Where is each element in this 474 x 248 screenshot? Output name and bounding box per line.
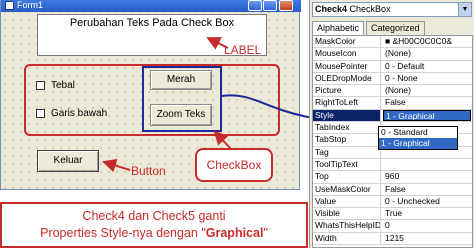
label-callout: LABEL [224,43,262,57]
caption-emphasis: Graphical [205,226,264,240]
property-value[interactable]: 0 - Default [383,61,471,72]
property-name: Picture [313,85,381,97]
style-option-standard[interactable]: 0 - Standard [379,127,457,138]
minimize-button[interactable] [248,0,262,11]
property-value[interactable]: 0 - None [383,73,471,84]
checkbox-square[interactable] [36,109,45,118]
property-name: Value [313,195,381,208]
chevron-down-icon[interactable]: ▼ [458,3,471,16]
button-callout: Button [131,164,166,178]
property-name: OLEDropMode [313,72,381,85]
property-name: TabStop [313,134,381,146]
property-row[interactable]: OLEDropMode 0 - None [313,72,472,86]
property-row[interactable]: RightToLeft False [313,97,472,110]
property-name: Width [313,232,381,245]
checkbox-garis-bawah[interactable]: Garis bawah [36,108,107,119]
property-row[interactable]: MouseIcon (None) [313,48,472,61]
property-value[interactable]: 0 - Unchecked [383,196,471,207]
close-button[interactable] [279,0,293,11]
caption-prefix: Properties Style-nya dengan " [40,226,206,240]
property-name: RightToLeft [313,97,381,109]
object-name: Check4 [315,4,348,14]
property-name: Top [313,171,381,183]
checkbox-label: Tebal [51,80,75,91]
property-value[interactable]: False [383,97,471,108]
property-value[interactable]: 1215 [383,233,471,244]
property-value[interactable]: 1 - Graphical [383,109,471,122]
property-row[interactable]: MousePointer 0 - Default [313,60,472,73]
tab-alphabetic[interactable]: Alphabetic [312,21,365,35]
property-name: TabIndex [313,122,381,134]
property-name: Visible [313,208,381,220]
property-name: ToolTipText [313,158,381,171]
property-name: UseMaskColor [313,183,381,195]
property-value[interactable]: ■ &H00C0C0C0& [383,36,471,47]
form-title: Form1 [17,0,44,10]
property-row[interactable]: UseMaskColor False [313,183,472,196]
property-name: Tag [313,146,381,158]
property-value[interactable]: (None) [383,85,471,96]
property-name: Style [313,109,381,122]
style-dropdown-list[interactable]: 0 - Standard 1 - Graphical [378,126,458,150]
properties-window: Check4 CheckBox ▼ Alphabetic Categorized… [309,0,474,248]
checkbox-label: Garis bawah [51,108,108,119]
property-row[interactable]: MaskColor ■ &H00C0C0C0& [313,36,472,49]
property-row[interactable]: Style 1 - Graphical [313,109,472,123]
merah-graphical-checkbox[interactable]: Merah [150,70,212,90]
property-value[interactable]: True [383,208,471,219]
property-name: MouseIcon [313,48,381,60]
property-row[interactable]: Value 0 - Unchecked [313,195,472,209]
property-row[interactable]: Width 1215 [313,232,472,246]
form-icon [5,1,14,10]
property-row[interactable]: Visible True [313,208,472,221]
tab-categorized[interactable]: Categorized [366,21,425,35]
style-option-graphical[interactable]: 1 - Graphical [379,138,457,149]
maximize-button[interactable] [263,0,277,11]
caption-suffix: " [263,226,268,240]
property-value[interactable]: 960 [383,171,471,182]
property-name: WhatsThisHelpID [315,220,381,232]
checkbox-tebal[interactable]: Tebal [36,80,75,91]
property-value[interactable] [383,159,471,170]
property-row[interactable]: Top 960 [313,171,472,184]
property-value[interactable]: 0 [383,220,471,231]
property-value[interactable]: (None) [383,48,471,59]
keluar-button[interactable]: Keluar [37,150,99,172]
object-selector[interactable]: Check4 CheckBox ▼ [312,2,472,17]
property-row[interactable]: Picture (None) [313,85,472,98]
form-titlebar[interactable]: Form1 [1,0,301,12]
caption-line-2: Properties Style-nya dengan "Graphical" [2,226,306,240]
label-text: Perubahan Teks Pada Check Box [69,17,235,29]
property-row[interactable]: ToolTipText [313,158,472,172]
object-type: CheckBox [349,4,391,14]
property-row[interactable]: WhatsThisHelpID 0 [313,220,472,233]
caption-line-1: Check4 dan Check5 ganti [82,209,226,223]
checkbox-callout: CheckBox [195,148,273,182]
property-name: MaskColor [313,36,381,48]
caption-box: Check4 dan Check5 ganti Properties Style… [0,202,308,248]
property-name: MousePointer [313,60,381,72]
zoom-teks-graphical-checkbox[interactable]: Zoom Teks [150,104,212,126]
property-value[interactable]: False [383,184,471,195]
checkbox-square[interactable] [36,81,45,90]
